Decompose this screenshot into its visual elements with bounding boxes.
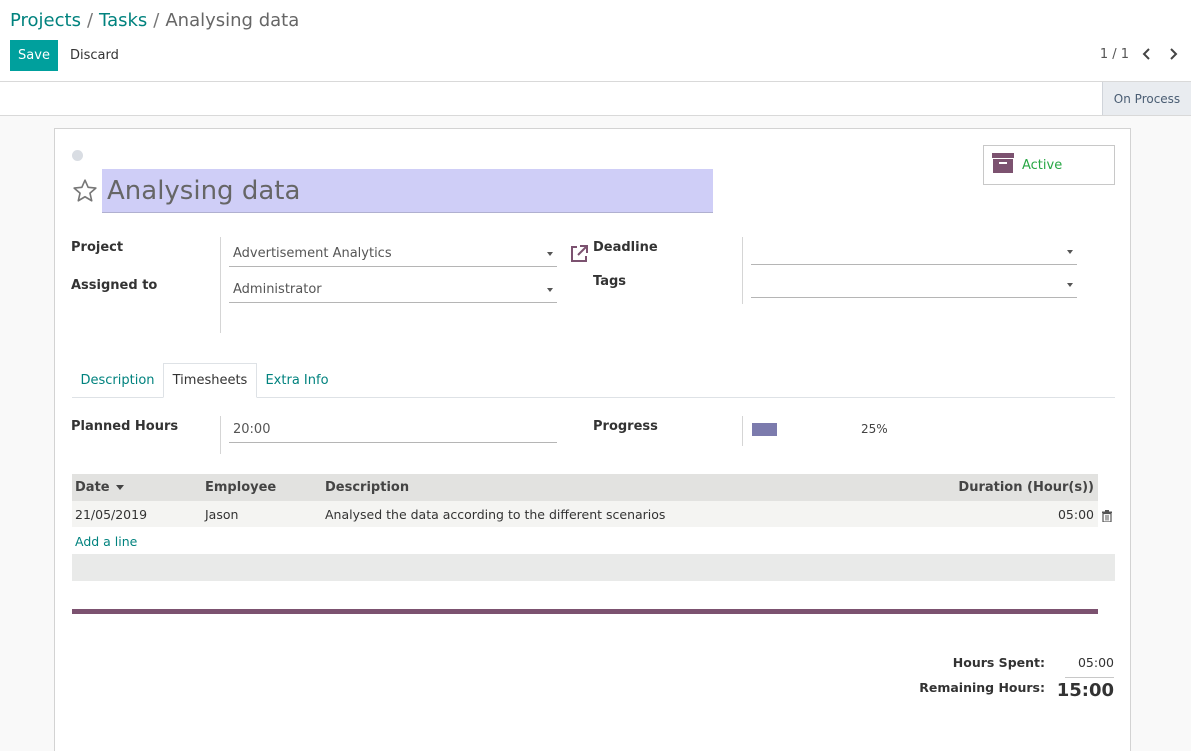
stage-on-process[interactable]: On Process bbox=[1102, 82, 1191, 115]
cell-date: 21/05/2019 bbox=[75, 506, 148, 522]
progress-value: 25% bbox=[861, 422, 888, 436]
sort-down-icon bbox=[115, 485, 124, 490]
project-value: Advertisement Analytics bbox=[233, 246, 392, 261]
progress-bar bbox=[752, 423, 777, 436]
column-header-duration[interactable]: Duration (Hour(s)) bbox=[958, 480, 1094, 495]
assigned-to-label: Assigned to bbox=[71, 278, 158, 293]
deadline-field[interactable] bbox=[751, 239, 1077, 265]
column-header-date[interactable]: Date bbox=[75, 480, 124, 495]
chevron-right-icon[interactable] bbox=[1165, 46, 1181, 62]
pager-value[interactable]: 1 / 1 bbox=[1100, 47, 1129, 62]
hours-spent-value: 05:00 bbox=[1077, 655, 1114, 670]
divider bbox=[1065, 677, 1114, 678]
star-icon[interactable] bbox=[72, 178, 98, 204]
trash-icon[interactable] bbox=[1101, 510, 1113, 523]
tab-extra-info[interactable]: Extra Info bbox=[257, 363, 337, 398]
tab-timesheets[interactable]: Timesheets bbox=[163, 363, 257, 398]
breadcrumb-separator: / bbox=[153, 10, 160, 31]
chevron-left-icon[interactable] bbox=[1139, 46, 1155, 62]
pager: 1 / 1 bbox=[1100, 46, 1181, 62]
kanban-state-icon[interactable] bbox=[72, 150, 83, 161]
add-line-link[interactable]: Add a line bbox=[75, 534, 137, 549]
active-toggle-button[interactable]: Active bbox=[983, 145, 1115, 185]
external-link-icon[interactable] bbox=[568, 243, 590, 265]
cell-duration: 05:00 bbox=[1057, 506, 1094, 522]
divider bbox=[742, 416, 743, 446]
caret-down-icon bbox=[1067, 283, 1073, 287]
breadcrumb: Projects / Tasks / Analysing data bbox=[10, 10, 299, 31]
active-label: Active bbox=[1022, 157, 1063, 173]
breadcrumb-current: Analysing data bbox=[165, 10, 300, 31]
cell-employee: Jason bbox=[205, 506, 239, 522]
planned-hours-label: Planned Hours bbox=[71, 419, 179, 434]
progress-label: Progress bbox=[593, 419, 658, 434]
assigned-to-value: Administrator bbox=[233, 282, 322, 297]
assigned-to-field[interactable]: Administrator bbox=[229, 277, 557, 303]
caret-down-icon bbox=[547, 252, 553, 256]
project-label: Project bbox=[71, 240, 124, 255]
divider bbox=[742, 237, 743, 304]
column-header-description[interactable]: Description bbox=[325, 480, 409, 495]
control-panel: Projects / Tasks / Analysing data Save D… bbox=[0, 0, 1191, 82]
table-header: Date Employee Description Duration (Hour… bbox=[72, 474, 1098, 501]
timesheet-table: Date Employee Description Duration (Hour… bbox=[72, 474, 1098, 527]
save-button[interactable]: Save bbox=[10, 40, 58, 71]
divider bbox=[72, 609, 1098, 614]
breadcrumb-tasks[interactable]: Tasks bbox=[99, 10, 147, 31]
breadcrumb-separator: / bbox=[86, 10, 94, 31]
cell-description: Analysed the data according to the diffe… bbox=[325, 506, 666, 522]
hours-spent-label: Hours Spent: bbox=[952, 655, 1045, 670]
breadcrumb-projects[interactable]: Projects bbox=[10, 10, 81, 31]
caret-down-icon bbox=[547, 288, 553, 292]
remaining-hours-value: 15:00 bbox=[1056, 680, 1114, 701]
column-header-employee[interactable]: Employee bbox=[205, 480, 276, 495]
notebook-tabs: Description Timesheets Extra Info bbox=[72, 363, 1115, 398]
table-footer bbox=[72, 554, 1115, 581]
archive-icon bbox=[992, 153, 1014, 177]
tags-field[interactable] bbox=[751, 272, 1077, 298]
form-sheet: Active Project Assigned to Advertisement… bbox=[54, 128, 1131, 751]
divider bbox=[220, 416, 221, 454]
deadline-label: Deadline bbox=[593, 240, 658, 255]
discard-button[interactable]: Discard bbox=[62, 40, 127, 71]
project-field[interactable]: Advertisement Analytics bbox=[229, 241, 557, 267]
caret-down-icon bbox=[1067, 250, 1073, 254]
planned-hours-input[interactable]: 20:00 bbox=[229, 417, 557, 443]
table-row[interactable]: 21/05/2019 Jason Analysed the data accor… bbox=[72, 501, 1098, 527]
remaining-hours-label: Remaining Hours: bbox=[919, 680, 1045, 695]
status-bar: On Process bbox=[0, 82, 1191, 116]
tags-label: Tags bbox=[593, 274, 627, 289]
task-title-input[interactable] bbox=[102, 169, 713, 213]
divider bbox=[220, 237, 221, 333]
tab-description[interactable]: Description bbox=[72, 363, 163, 398]
